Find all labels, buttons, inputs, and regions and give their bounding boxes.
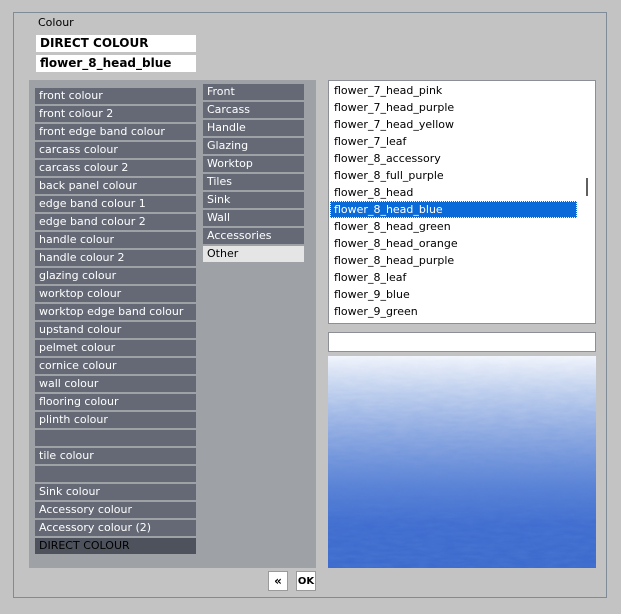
listbox-scrollbar[interactable]: [579, 81, 595, 323]
colour-preview-swatch: [328, 356, 596, 568]
colour-list-item[interactable]: flower_8_head_green: [330, 218, 577, 235]
colour-list-item[interactable]: flower_9_blue: [330, 286, 577, 303]
category-item[interactable]: Sink: [203, 192, 304, 208]
colour-name-field[interactable]: flower_8_head_blue: [36, 55, 196, 72]
colour-slot-item[interactable]: glazing colour: [35, 268, 196, 284]
category-item[interactable]: Carcass: [203, 102, 304, 118]
category-item[interactable]: Tiles: [203, 174, 304, 190]
ok-button[interactable]: OK: [296, 571, 316, 591]
colour-slot-item[interactable]: back panel colour: [35, 178, 196, 194]
colour-type-field[interactable]: DIRECT COLOUR: [36, 35, 196, 52]
colour-list-item[interactable]: flower_7_head_purple: [330, 99, 577, 116]
category-item[interactable]: Worktop: [203, 156, 304, 172]
colour-slot-item[interactable]: worktop edge band colour: [35, 304, 196, 320]
colour-slot-item[interactable]: pelmet colour: [35, 340, 196, 356]
colour-slot-item[interactable]: front edge band colour: [35, 124, 196, 140]
colour-list-item[interactable]: flower_7_leaf: [330, 133, 577, 150]
colour-slot-item[interactable]: [35, 430, 196, 446]
colour-slot-item[interactable]: Accessory colour (2): [35, 520, 196, 536]
colour-slot-item[interactable]: flooring colour: [35, 394, 196, 410]
colour-slot-item[interactable]: worktop colour: [35, 286, 196, 302]
colour-slot-item[interactable]: carcass colour 2: [35, 160, 196, 176]
colour-slot-item[interactable]: [35, 466, 196, 482]
colour-list-item[interactable]: flower_9_green: [330, 303, 577, 320]
group-title: Colour: [38, 16, 74, 29]
colour-slot-item[interactable]: edge band colour 2: [35, 214, 196, 230]
category-item[interactable]: Accessories: [203, 228, 304, 244]
colour-slot-item[interactable]: cornice colour: [35, 358, 196, 374]
category-item[interactable]: Wall: [203, 210, 304, 226]
colour-search-input[interactable]: [328, 332, 596, 352]
colour-list-item[interactable]: flower_8_head_purple: [330, 252, 577, 269]
colour-slot-item[interactable]: Accessory colour: [35, 502, 196, 518]
colour-slot-item[interactable]: Sink colour: [35, 484, 196, 500]
colour-slot-item[interactable]: edge band colour 1: [35, 196, 196, 212]
colour-list-item[interactable]: flower_8_head: [330, 184, 577, 201]
colour-list-item[interactable]: flower_8_accessory: [330, 150, 577, 167]
category-item[interactable]: Other: [203, 246, 304, 262]
scrollbar-thumb[interactable]: [586, 178, 588, 196]
colour-slot-item[interactable]: DIRECT COLOUR: [35, 538, 196, 554]
colour-slot-item[interactable]: handle colour 2: [35, 250, 196, 266]
category-item[interactable]: Front: [203, 84, 304, 100]
colour-list-item[interactable]: flower_7_head_pink: [330, 82, 577, 99]
colour-slot-item[interactable]: handle colour: [35, 232, 196, 248]
colour-slot-item[interactable]: front colour: [35, 88, 196, 104]
colour-list-item[interactable]: flower_7_head_yellow: [330, 116, 577, 133]
colour-slot-item[interactable]: carcass colour: [35, 142, 196, 158]
category-item[interactable]: Handle: [203, 120, 304, 136]
swatch-texture: [328, 356, 596, 568]
category-item[interactable]: Glazing: [203, 138, 304, 154]
colour-slot-item[interactable]: tile colour: [35, 448, 196, 464]
colour-listbox[interactable]: flower_7_head_pink flower_7_head_purple fl…: [328, 80, 596, 324]
back-button[interactable]: «: [268, 571, 288, 591]
colour-slot-item[interactable]: front colour 2: [35, 106, 196, 122]
colour-slot-item[interactable]: upstand colour: [35, 322, 196, 338]
colour-list-item[interactable]: flower_8_full_purple: [330, 167, 577, 184]
colour-list-item[interactable]: flower_8_leaf: [330, 269, 577, 286]
colour-list-item[interactable]: flower_8_head_blue: [330, 201, 577, 218]
colour-list-item[interactable]: flower_8_head_orange: [330, 235, 577, 252]
colour-slot-item[interactable]: plinth colour: [35, 412, 196, 428]
colour-slot-item[interactable]: wall colour: [35, 376, 196, 392]
